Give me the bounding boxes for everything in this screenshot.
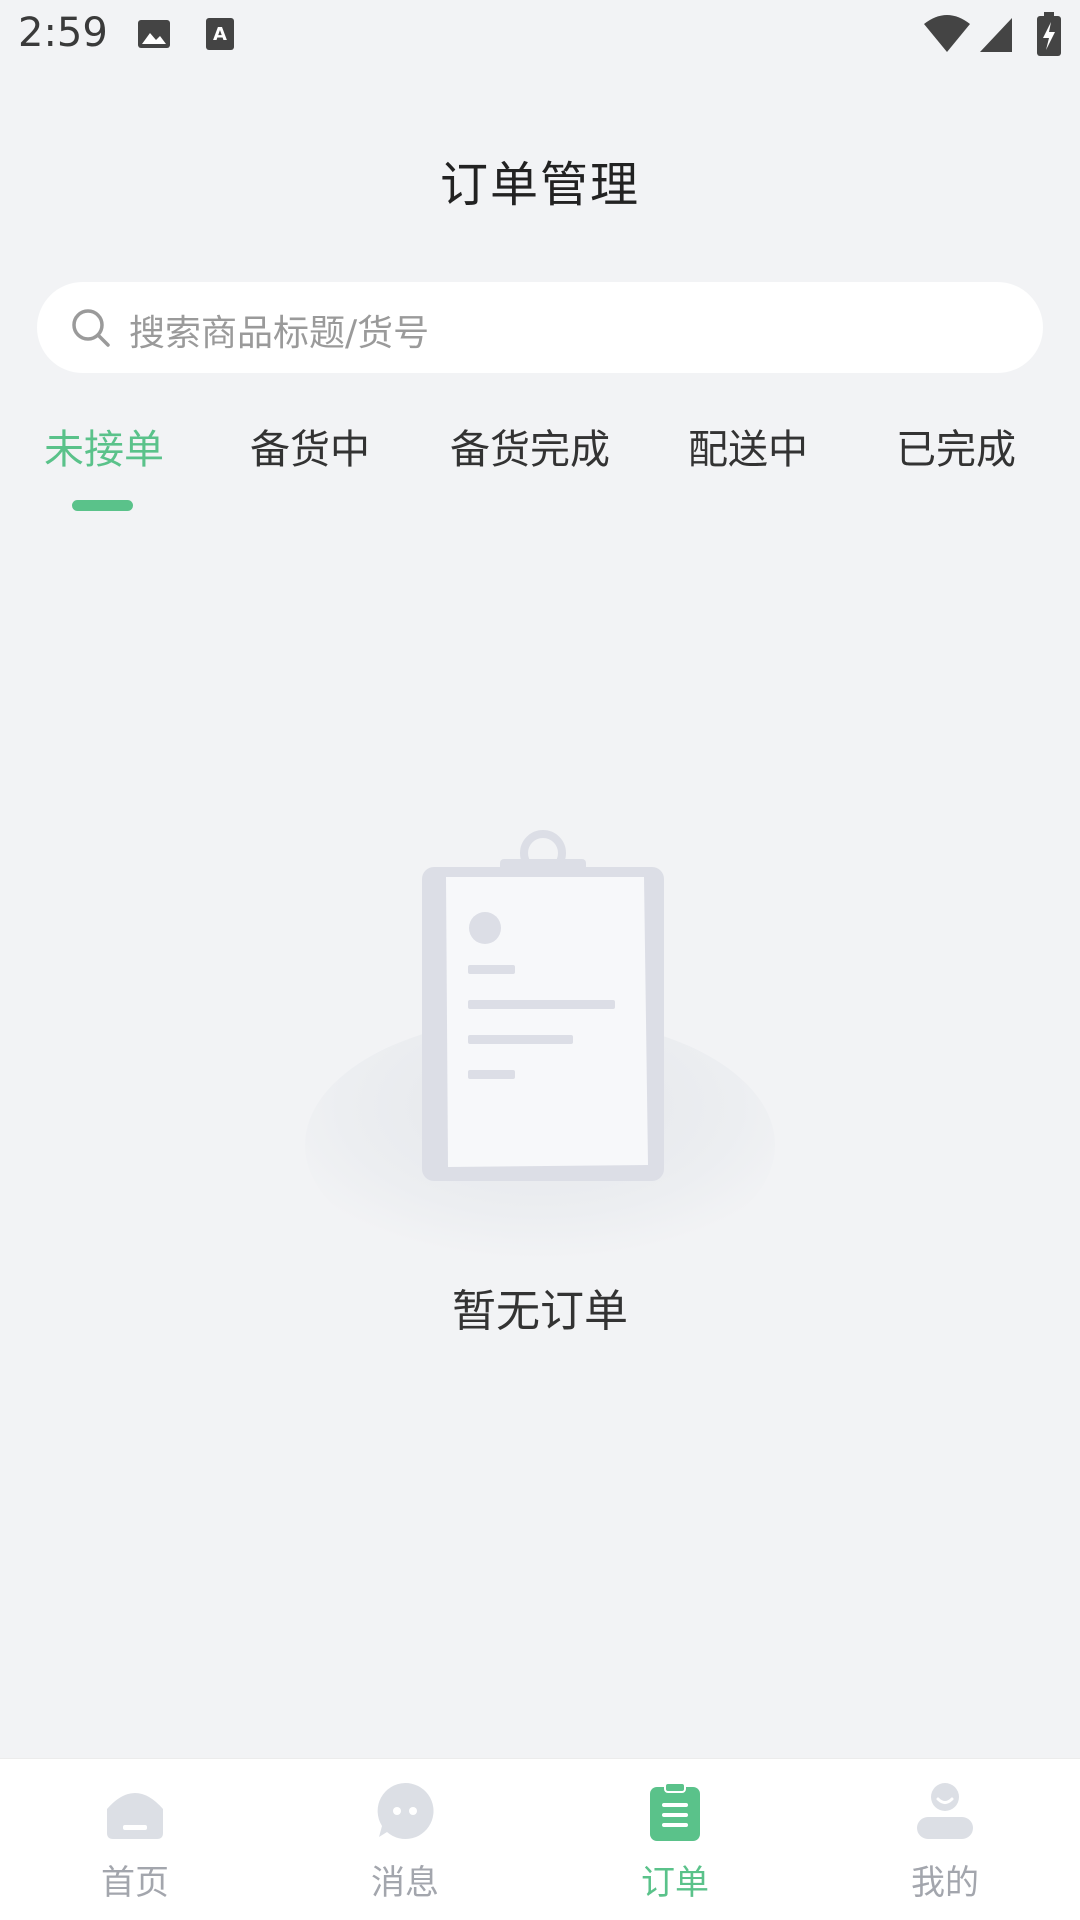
tab-completed[interactable]: 已完成	[896, 417, 1016, 475]
empty-clipboard-illustration	[300, 825, 780, 1279]
signal-icon	[978, 14, 1014, 58]
nav-label-messages: 消息	[371, 1863, 439, 1903]
user-icon	[915, 1781, 975, 1845]
nav-item-home[interactable]: 首页	[0, 1759, 270, 1920]
order-management-screen: 2:59 A 订单管理 搜索商品标题/货号 未接单 备货中 备货完成 配送中 已…	[0, 0, 1080, 1920]
nav-item-messages[interactable]: 消息	[270, 1759, 540, 1920]
wifi-icon	[922, 14, 972, 58]
image-icon	[136, 16, 172, 56]
svg-text:A: A	[213, 24, 227, 45]
page-title: 订单管理	[439, 157, 640, 213]
status-bar: 2:59 A	[0, 0, 1080, 72]
order-clipboard-icon	[645, 1781, 705, 1845]
nav-item-orders[interactable]: 订单	[540, 1759, 810, 1920]
keyboard-a-icon: A	[204, 16, 236, 56]
message-icon	[375, 1781, 435, 1845]
home-icon	[105, 1781, 165, 1845]
status-time: 2:59	[18, 10, 108, 56]
nav-label-home: 首页	[101, 1863, 169, 1903]
bottom-navigation: 首页 消息 订单 我的	[0, 1758, 1080, 1920]
tab-unaccepted[interactable]: 未接单	[44, 417, 164, 475]
tab-prepared[interactable]: 备货完成	[450, 417, 610, 475]
search-icon	[69, 306, 113, 354]
nav-item-profile[interactable]: 我的	[810, 1759, 1080, 1920]
empty-state-message: 暂无订单	[452, 1286, 628, 1337]
search-input[interactable]: 搜索商品标题/货号	[37, 282, 1043, 373]
search-placeholder: 搜索商品标题/货号	[129, 313, 430, 354]
active-tab-indicator	[72, 500, 133, 511]
battery-charging-icon	[1036, 12, 1062, 60]
tab-preparing[interactable]: 备货中	[250, 417, 370, 475]
nav-label-orders: 订单	[641, 1863, 709, 1903]
tab-delivering[interactable]: 配送中	[688, 417, 808, 475]
nav-label-profile: 我的	[911, 1863, 979, 1903]
